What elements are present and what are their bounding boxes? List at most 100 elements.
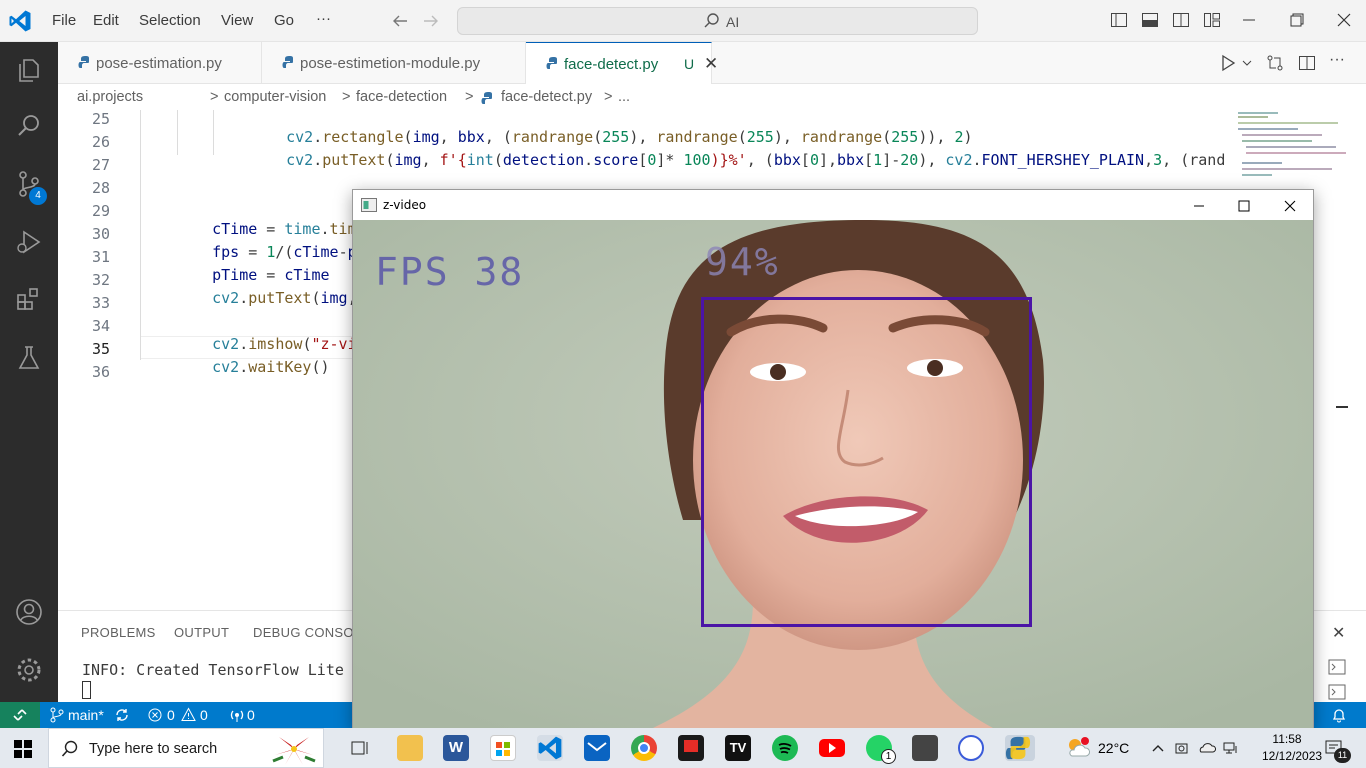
forward-arrow-icon[interactable] [422, 12, 440, 30]
tab-pose-estimation[interactable]: pose-estimation.py [58, 42, 262, 84]
mail-app-icon[interactable] [584, 735, 610, 761]
remote-icon [13, 709, 27, 721]
explorer-icon[interactable] [15, 56, 43, 84]
notifications-bell-icon[interactable] [1331, 707, 1347, 723]
command-center-search[interactable]: AI [457, 7, 978, 35]
whatsapp-app-icon[interactable]: 1 [866, 735, 896, 764]
terminal-instance-icon[interactable] [1328, 659, 1346, 675]
split-editor-icon[interactable] [1298, 54, 1316, 72]
vscode-app-icon[interactable] [537, 735, 563, 761]
close-window-icon[interactable] [1282, 198, 1298, 214]
ports-count[interactable]: 0 [247, 707, 255, 723]
vscode-logo-icon[interactable] [8, 9, 32, 33]
tab-label: face-detect.py [564, 56, 659, 73]
customize-layout-icon[interactable] [1203, 11, 1221, 29]
z-video-window[interactable]: z-video FPS 38 94% [352, 189, 1314, 729]
play-icon [829, 743, 836, 753]
toggle-secondary-sidebar-icon[interactable] [1172, 11, 1190, 29]
window-title-bar[interactable]: z-video [353, 190, 1313, 220]
search-icon[interactable] [15, 112, 43, 140]
onedrive-cloud-icon[interactable] [1198, 740, 1216, 756]
racing-app-icon[interactable] [912, 735, 938, 761]
ports-radio-icon[interactable] [229, 707, 245, 723]
menu-view[interactable]: View [221, 12, 253, 29]
sync-icon[interactable] [114, 707, 130, 723]
line-number: 32 [91, 271, 110, 289]
back-arrow-icon[interactable] [391, 12, 409, 30]
minimize-icon[interactable] [1240, 11, 1258, 29]
error-count[interactable]: 0 [167, 707, 175, 723]
untracked-status-badge: U [684, 56, 695, 72]
minimap-line [1242, 174, 1272, 176]
breadcrumb-item[interactable]: face-detection [356, 89, 447, 105]
menu-selection[interactable]: Selection [139, 12, 201, 29]
word-app-icon[interactable]: W [443, 735, 469, 761]
windows-taskbar: Type here to search W TV 1 22°C 11:58 12… [0, 728, 1366, 768]
remote-indicator[interactable] [0, 702, 40, 728]
python-app-icon[interactable] [1005, 735, 1035, 761]
menu-edit[interactable]: Edit [93, 12, 119, 29]
warning-count[interactable]: 0 [200, 707, 208, 723]
tab-pose-estimetion-module[interactable]: pose-estimetion-module.py [262, 42, 526, 84]
menu-file[interactable]: File [52, 12, 76, 29]
line-number: 25 [91, 110, 110, 128]
toggle-panel-icon[interactable] [1141, 11, 1159, 29]
breadcrumb: ai.projects > computer-vision > face-det… [58, 86, 1366, 110]
chevron-up-icon[interactable] [1151, 742, 1165, 754]
run-python-file-icon[interactable] [1219, 54, 1237, 72]
breadcrumb-item[interactable]: ... [618, 89, 630, 105]
file-explorer-app-icon[interactable] [397, 735, 423, 761]
extensions-icon[interactable] [15, 285, 43, 313]
close-window-icon[interactable] [1335, 11, 1353, 29]
error-icon[interactable] [148, 708, 162, 722]
more-actions-icon[interactable]: ··· [1329, 51, 1345, 69]
close-tab-icon[interactable]: ✕ [704, 54, 718, 74]
chrome-app-icon[interactable] [631, 735, 657, 761]
network-icon[interactable] [1222, 740, 1240, 756]
line-number: 36 [91, 363, 110, 381]
weather-cloud-sun-icon[interactable] [1064, 736, 1092, 760]
tradingview-app-icon[interactable]: TV [725, 735, 751, 761]
menu-more[interactable]: ··· [316, 10, 331, 27]
testing-flask-icon[interactable] [15, 344, 43, 372]
camera-icon[interactable] [1174, 740, 1192, 756]
close-panel-icon[interactable]: ✕ [1332, 623, 1345, 643]
compare-changes-icon[interactable] [1266, 54, 1284, 72]
breadcrumb-separator: > [210, 89, 219, 105]
run-debug-icon[interactable] [15, 228, 43, 256]
red-app-icon[interactable] [678, 735, 704, 761]
git-branch-name[interactable]: main* [68, 707, 104, 723]
youtube-app-icon[interactable] [819, 739, 845, 757]
windows-start-icon[interactable] [14, 740, 32, 758]
maximize-icon[interactable] [1236, 198, 1252, 214]
weather-temperature[interactable]: 22°C [1098, 740, 1129, 756]
restore-icon[interactable] [1288, 11, 1306, 29]
warning-icon[interactable] [181, 707, 196, 722]
panel-tab-output[interactable]: OUTPUT [174, 625, 229, 640]
minimap-line [1246, 146, 1336, 148]
tab-face-detect[interactable]: face-detect.py U ✕ [526, 42, 718, 84]
spotify-app-icon[interactable] [772, 735, 798, 761]
panel-tab-problems[interactable]: PROBLEMS [81, 625, 156, 640]
microsoft-store-app-icon[interactable] [490, 735, 516, 761]
opencv-window-icon [361, 198, 377, 212]
settings-gear-icon[interactable] [15, 656, 43, 684]
breadcrumb-item[interactable]: ai.projects [77, 89, 143, 105]
line-number: 29 [91, 202, 110, 220]
breadcrumb-item[interactable]: computer-vision [224, 89, 326, 105]
toggle-primary-sidebar-icon[interactable] [1110, 11, 1128, 29]
task-view-icon[interactable] [350, 739, 370, 757]
taskbar-search-box[interactable]: Type here to search [48, 728, 324, 768]
taskbar-clock[interactable]: 11:58 12/12/2023 [1262, 731, 1322, 765]
window-title: z-video [383, 198, 427, 212]
circular-app-icon[interactable] [958, 735, 984, 761]
envelope-icon [587, 742, 607, 752]
menu-go[interactable]: Go [274, 12, 294, 29]
chevron-down-icon[interactable] [1242, 58, 1252, 68]
account-icon[interactable] [15, 598, 43, 626]
scrollbar-marker [1336, 406, 1348, 408]
breadcrumb-item[interactable]: face-detect.py [501, 89, 592, 105]
minimize-icon[interactable] [1191, 198, 1207, 214]
minimap-line [1242, 140, 1312, 142]
terminal-instance-icon[interactable] [1328, 684, 1346, 700]
